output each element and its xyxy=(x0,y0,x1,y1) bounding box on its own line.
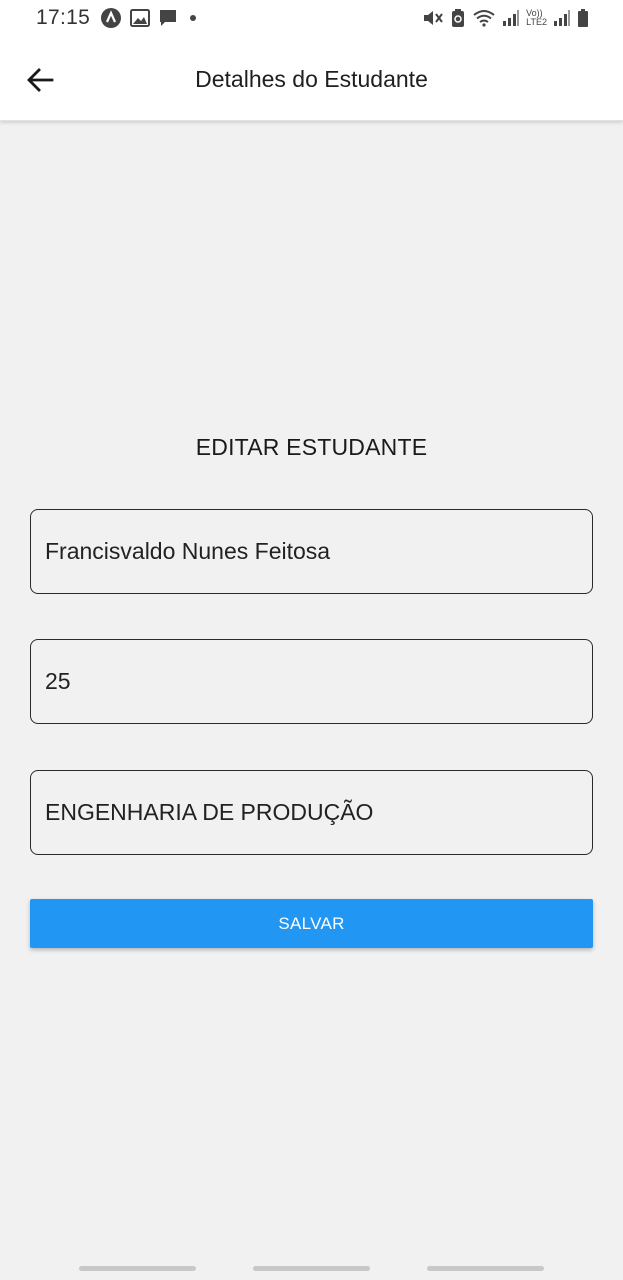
app-notification-icon xyxy=(101,8,121,28)
signal-icon xyxy=(554,10,570,26)
battery-saver-icon xyxy=(452,9,465,27)
status-notification-icons xyxy=(100,7,200,29)
message-icon xyxy=(160,10,176,26)
save-button[interactable]: SALVAR xyxy=(30,899,593,948)
mute-icon xyxy=(424,11,443,25)
age-input[interactable] xyxy=(30,639,593,724)
nav-back-handle[interactable] xyxy=(427,1266,544,1271)
course-input[interactable] xyxy=(30,770,593,855)
image-icon xyxy=(130,9,150,27)
status-bar: 17:15 Vo)) LTE2 xyxy=(0,0,623,38)
battery-icon xyxy=(578,9,588,27)
wifi-icon xyxy=(473,10,495,27)
dot-icon xyxy=(190,15,196,21)
status-system-icons: Vo)) LTE2 xyxy=(422,6,589,30)
nav-home-handle[interactable] xyxy=(253,1266,370,1271)
nav-recents-handle[interactable] xyxy=(79,1266,196,1271)
page-title: Detalhes do Estudante xyxy=(195,66,428,92)
volte-lte2-icon: Vo)) LTE2 xyxy=(526,9,547,27)
form-heading: EDITAR ESTUDANTE xyxy=(195,434,428,460)
app-bar: Detalhes do Estudante xyxy=(0,38,623,121)
signal-icon xyxy=(503,10,520,26)
lte-label: LTE2 xyxy=(526,17,547,27)
status-time: 17:15 xyxy=(36,6,91,29)
name-input[interactable] xyxy=(30,509,593,594)
